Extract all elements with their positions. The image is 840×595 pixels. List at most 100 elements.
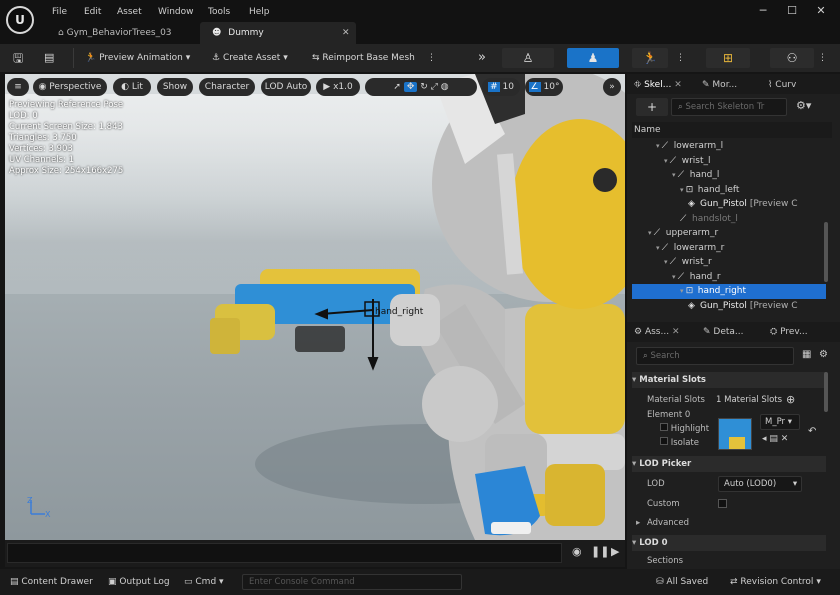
skeleton-settings-icon[interactable]: ⚙▾ — [796, 99, 811, 112]
minimize-button[interactable]: ─ — [755, 3, 771, 19]
tree-row-gun-pistol[interactable]: ◈ Gun_Pistol [Preview C — [632, 299, 826, 314]
world-space-icon[interactable]: ◍ — [441, 82, 449, 92]
lit-button[interactable]: ◐ Lit — [113, 78, 151, 96]
details-scrollbar[interactable] — [824, 372, 828, 412]
reset-icon[interactable]: ↶ — [808, 426, 816, 437]
scale-tool-icon[interactable]: ⤢ — [431, 82, 438, 92]
pause-icon[interactable]: ❚❚ — [591, 545, 609, 558]
skeleton-mode-button[interactable]: ♙ — [502, 48, 554, 68]
section-lod-picker[interactable]: ▾ LOD Picker — [632, 456, 826, 472]
viewport-options-button[interactable]: ≡ — [7, 78, 29, 96]
preview-animation-button[interactable]: 🏃 Preview Animation ▾ — [85, 49, 190, 67]
details-search-input[interactable]: ⌕ Search — [636, 347, 794, 365]
cmd-button[interactable]: ▭ Cmd ▾ — [184, 574, 224, 590]
play-forward-icon[interactable]: ▶ — [611, 545, 619, 558]
tab-morph-targets[interactable]: ✎ Mor... — [702, 76, 737, 94]
select-tool-icon[interactable]: ➚ — [393, 82, 401, 92]
section-material-slots[interactable]: ▾ Material Slots — [632, 372, 826, 388]
output-log-button[interactable]: ▣ Output Log — [108, 574, 170, 590]
all-saved-button[interactable]: ⛁ All Saved — [656, 574, 708, 590]
play-speed-button[interactable]: ▶ x1.0 — [316, 78, 360, 96]
animation-mode-button[interactable]: 🏃 — [632, 48, 668, 68]
tree-row-upperarm-r[interactable]: ▾ ⟋ upperarm_r — [632, 226, 826, 241]
tab-curves[interactable]: ⌇ Curv — [768, 76, 796, 94]
tab-details[interactable]: ✎ Deta... — [703, 323, 744, 341]
custom-checkbox[interactable] — [718, 499, 727, 508]
material-browse-icons[interactable]: ◂ ▤ ✕ — [762, 434, 788, 444]
perspective-button[interactable]: ◉ Perspective — [33, 78, 107, 96]
tree-scrollbar[interactable] — [824, 222, 828, 282]
tab-skeleton-tree[interactable]: ⛗ Skel... ✕ — [634, 76, 682, 94]
physics-mode-button[interactable]: ⚇ — [770, 48, 814, 68]
highlight-checkbox[interactable]: Highlight — [660, 422, 709, 436]
details-settings-icon[interactable]: ⚙ — [819, 349, 828, 360]
stat-vertices: Vertices: 3.903 — [9, 144, 73, 154]
table-view-icon[interactable]: ▦ — [802, 349, 811, 360]
tab-label: Mor... — [712, 80, 738, 90]
mesh-icon: ◈ — [688, 199, 695, 209]
more-toolbar-icon[interactable]: » — [478, 49, 486, 67]
tree-row-hand-right[interactable]: ▾ ⊡ hand_right — [632, 284, 826, 299]
close-tab-icon[interactable]: ✕ — [342, 24, 350, 42]
revision-control-button[interactable]: ⇄ Revision Control ▾ — [730, 574, 821, 590]
tree-row-hand-r[interactable]: ▾ ⟋ hand_r — [632, 270, 826, 285]
advanced-expander[interactable]: ▸ Advanced — [636, 516, 689, 530]
section-lod0[interactable]: ▾ LOD 0 — [632, 535, 826, 551]
viewport-expand-button[interactable]: » — [603, 78, 621, 96]
menu-tools[interactable]: Tools — [208, 5, 230, 19]
menu-window[interactable]: Window — [158, 5, 194, 19]
menu-asset[interactable]: Asset — [117, 5, 142, 19]
grid-snap-button[interactable]: # 10 — [482, 78, 520, 96]
tab-asset-details[interactable]: ⚙ Ass... ✕ — [634, 323, 680, 341]
menu-edit[interactable]: Edit — [84, 5, 101, 19]
content-drawer-button[interactable]: ▤ Content Drawer — [10, 574, 93, 590]
save-icon[interactable]: 🖫 — [13, 49, 23, 67]
material-thumbnail[interactable] — [718, 418, 752, 450]
tree-row-handslot-l[interactable]: ⟋ handslot_l — [632, 212, 826, 227]
close-tab-icon[interactable]: ✕ — [674, 80, 682, 90]
unreal-logo-icon[interactable]: U — [6, 6, 34, 34]
lod-value: Auto (LOD0) — [724, 479, 777, 489]
isolate-checkbox[interactable]: Isolate — [660, 436, 699, 450]
preview-viewport[interactable]: hand_right Z X ≡ ◉ Perspective ◐ Lit Sho… — [5, 74, 625, 540]
bone-icon: ⟋ — [661, 141, 669, 151]
character-button[interactable]: Character — [199, 78, 255, 96]
reimport-button[interactable]: ⇆ Reimport Base Mesh — [312, 49, 415, 67]
tree-row-wrist-r[interactable]: ▾ ⟋ wrist_r — [632, 255, 826, 270]
record-icon[interactable]: ◉ — [572, 545, 582, 558]
timeline-track[interactable] — [7, 543, 562, 563]
physics-mode-options-icon[interactable]: ⋮ — [818, 49, 827, 67]
tree-row-lowerarm-r[interactable]: ▾ ⟋ lowerarm_r — [632, 241, 826, 256]
animation-mode-options-icon[interactable]: ⋮ — [676, 49, 685, 67]
tab-behavior-trees[interactable]: ⌂ Gym_BehaviorTrees_03 — [58, 24, 172, 42]
lod-button[interactable]: LOD Auto — [261, 78, 311, 96]
skeleton-search-input[interactable]: ⌕ Search Skeleton Tr — [671, 98, 787, 116]
mesh-mode-button[interactable]: ♟ — [567, 48, 619, 68]
tab-preview-settings[interactable]: ⛭ Prev... — [770, 323, 808, 341]
column-header-name[interactable]: Name — [632, 122, 832, 138]
tree-row-hand-left[interactable]: ▾ ⊡ hand_left — [632, 183, 826, 198]
material-select[interactable]: M_Pr ▾ — [760, 414, 800, 430]
blueprint-mode-button[interactable]: ⊞ — [706, 48, 750, 68]
show-button[interactable]: Show — [157, 78, 193, 96]
console-input[interactable]: Enter Console Command — [242, 574, 462, 590]
menu-help[interactable]: Help — [249, 5, 270, 19]
browse-icon[interactable]: ▤ — [44, 49, 54, 67]
menu-file[interactable]: File — [52, 5, 67, 19]
create-asset-button[interactable]: ⚓ Create Asset ▾ — [212, 49, 288, 67]
add-socket-button[interactable]: + — [636, 98, 668, 116]
lod-select[interactable]: Auto (LOD0) ▾ — [718, 476, 802, 492]
maximize-button[interactable]: ☐ — [784, 3, 800, 19]
tab-dummy[interactable]: ☻ Dummy — [212, 24, 264, 42]
translate-tool-icon[interactable]: ✥ — [403, 82, 418, 92]
close-tab-icon[interactable]: ✕ — [672, 327, 680, 337]
angle-snap-button[interactable]: ∠ 10° — [525, 78, 563, 96]
rotate-tool-icon[interactable]: ↻ — [420, 82, 428, 92]
tree-row-lowerarm-l[interactable]: ▾ ⟋ lowerarm_l — [632, 139, 826, 154]
tree-row-gun-pistol[interactable]: ◈ Gun_Pistol [Preview C — [632, 197, 826, 212]
tree-row-hand-l[interactable]: ▾ ⟋ hand_l — [632, 168, 826, 183]
reimport-options-icon[interactable]: ⋮ — [427, 49, 436, 67]
close-window-button[interactable]: ✕ — [813, 3, 829, 19]
tree-row-wrist-l[interactable]: ▾ ⟋ wrist_l — [632, 154, 826, 169]
add-material-slot-icon[interactable]: ⊕ — [786, 393, 795, 406]
